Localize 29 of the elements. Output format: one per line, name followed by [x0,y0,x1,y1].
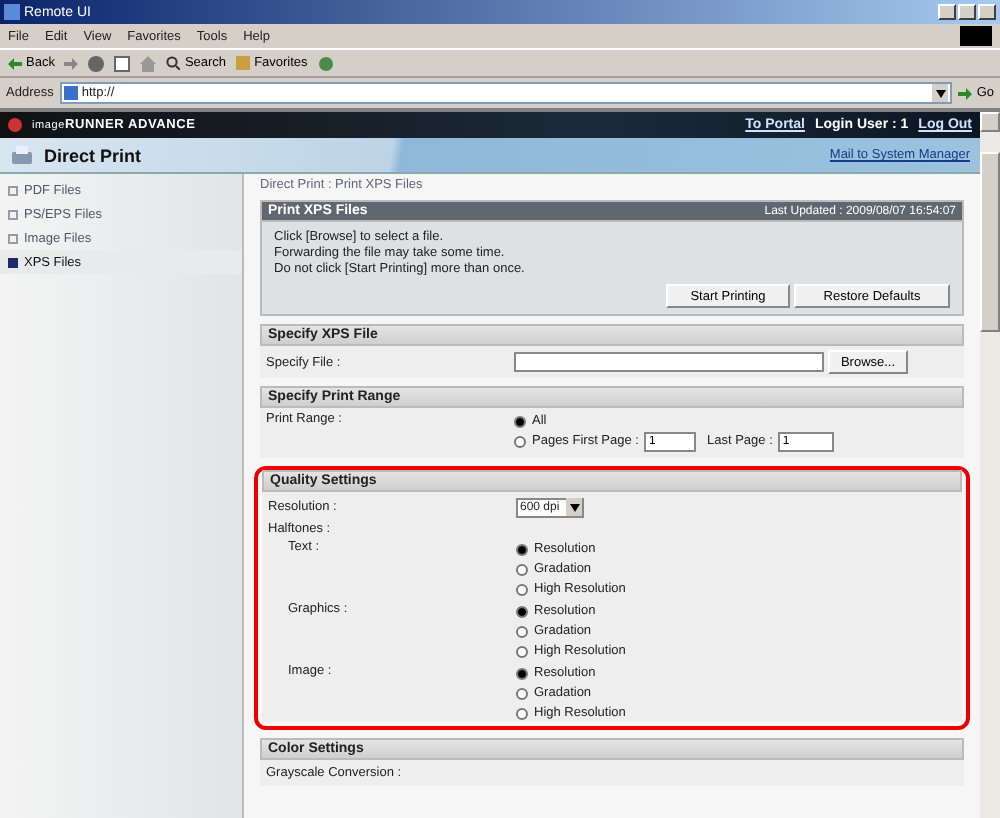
back-arrow-icon [8,57,22,69]
radio-button[interactable] [516,667,528,679]
page-title: Direct Print [44,145,142,165]
radio-button[interactable] [514,435,526,447]
printer-icon [10,143,34,167]
dropdown-arrow-icon [935,89,946,97]
folder-icon [236,56,251,70]
radio-button[interactable] [516,625,528,637]
printer-logo-icon [8,118,22,132]
maximize-button[interactable] [958,4,976,20]
close-button[interactable] [978,4,996,20]
radio-button[interactable] [516,563,528,575]
go-arrow-icon [958,87,973,99]
minimize-button[interactable] [938,4,956,20]
page-icon [63,86,78,100]
browser-icon [4,4,20,20]
forward-arrow-icon[interactable] [64,57,79,69]
globe-icon[interactable] [317,55,334,71]
radio-button[interactable] [516,687,528,699]
radio-button[interactable] [514,415,526,427]
file-path-field[interactable] [514,352,824,372]
radio-button[interactable] [516,645,528,657]
search-icon [166,56,181,70]
scrollbar[interactable] [980,112,1000,818]
dropdown-arrow-icon [569,503,579,511]
radio-button[interactable] [516,543,528,555]
radio-button[interactable] [516,605,528,617]
radio-button[interactable] [516,707,528,719]
radio-button[interactable] [516,583,528,595]
